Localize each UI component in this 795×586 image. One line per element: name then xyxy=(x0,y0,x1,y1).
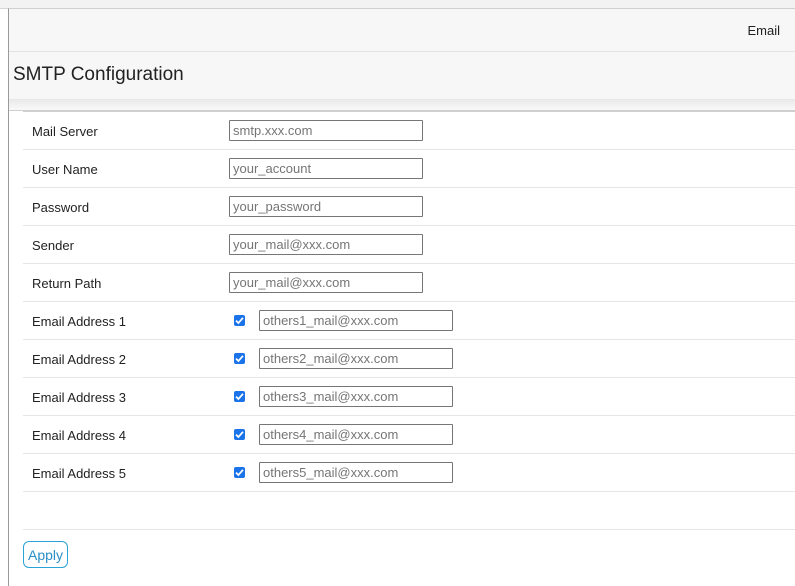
field-label: Mail Server xyxy=(32,124,98,139)
email-address-5-input[interactable] xyxy=(259,462,453,483)
field-label: Return Path xyxy=(32,276,102,291)
sender-input[interactable] xyxy=(229,234,423,255)
mail-server-input[interactable] xyxy=(229,120,423,141)
return-path-input[interactable] xyxy=(229,272,423,293)
email-address-5-checkbox[interactable] xyxy=(234,467,245,478)
form-row-email-address-2: Email Address 2 xyxy=(23,340,795,378)
password-input[interactable] xyxy=(229,196,423,217)
user-name-input[interactable] xyxy=(229,158,423,179)
smtp-form: Mail Server User Name Password Sender Re… xyxy=(23,111,795,530)
field-label: Email Address 4 xyxy=(32,428,126,443)
form-row-password: Password xyxy=(23,188,795,226)
field-label: Password xyxy=(32,200,90,215)
email-address-1-checkbox[interactable] xyxy=(234,315,245,326)
form-row-return-path: Return Path xyxy=(23,264,795,302)
email-address-3-input[interactable] xyxy=(259,386,453,407)
email-address-4-input[interactable] xyxy=(259,424,453,445)
tab-bar: Email xyxy=(9,9,795,52)
field-label: Email Address 3 xyxy=(32,390,126,405)
content-frame: Email SMTP Configuration Mail Server Use… xyxy=(8,8,795,586)
form-row-email-address-5: Email Address 5 xyxy=(23,454,795,492)
field-label: Email Address 5 xyxy=(32,466,126,481)
email-address-3-checkbox[interactable] xyxy=(234,391,245,402)
email-address-4-checkbox[interactable] xyxy=(234,429,245,440)
tab-email[interactable]: Email xyxy=(747,23,780,38)
field-label: Email Address 2 xyxy=(32,352,126,367)
field-label: User Name xyxy=(32,162,98,177)
form-row-email-address-3: Email Address 3 xyxy=(23,378,795,416)
form-row-mail-server: Mail Server xyxy=(23,112,795,150)
apply-button[interactable]: Apply xyxy=(23,541,69,568)
form-row-user-name: User Name xyxy=(23,150,795,188)
email-address-1-input[interactable] xyxy=(259,310,453,331)
form-row-email-address-4: Email Address 4 xyxy=(23,416,795,454)
page-header: SMTP Configuration xyxy=(9,52,795,100)
page-title: SMTP Configuration xyxy=(13,64,184,85)
field-label: Sender xyxy=(32,238,74,253)
form-row-email-address-1: Email Address 1 xyxy=(23,302,795,340)
email-address-2-checkbox[interactable] xyxy=(234,353,245,364)
form-row-sender: Sender xyxy=(23,226,795,264)
email-address-2-input[interactable] xyxy=(259,348,453,369)
field-label: Email Address 1 xyxy=(32,314,126,329)
form-spacer xyxy=(23,492,795,530)
header-divider xyxy=(9,100,795,111)
